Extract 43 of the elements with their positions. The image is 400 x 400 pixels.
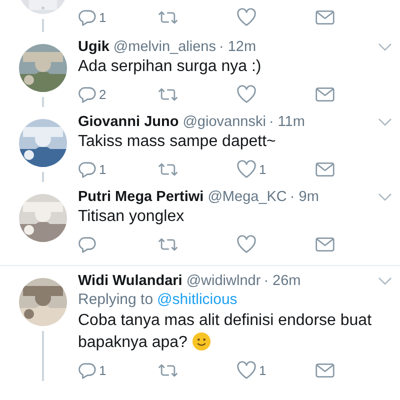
timestamp: · 12m — [219, 39, 256, 55]
user-handle[interactable]: @Mega_KC — [208, 189, 287, 205]
user-name[interactable]: Putri Mega Pertiwi — [78, 189, 204, 205]
tweet-text: Ada serpihan surga nya :) — [78, 58, 262, 75]
reply-count: 2 — [99, 86, 106, 102]
heart-icon[interactable] — [236, 360, 257, 380]
reply-count: 1 — [99, 362, 106, 378]
chevron-down-icon[interactable] — [378, 277, 392, 285]
timestamp: · 11m — [268, 114, 305, 130]
reply-icon[interactable] — [78, 234, 97, 254]
user-handle[interactable]: @giovannski — [182, 114, 266, 130]
envelope-icon[interactable] — [315, 86, 335, 102]
envelope-icon[interactable] — [315, 8, 335, 26]
tweet-text: Coba tanya mas alit definisi endorse buat bapaknya apa? — [78, 312, 372, 351]
timestamp: · 9m — [290, 189, 319, 205]
chevron-down-icon[interactable] — [378, 43, 392, 51]
replying-label: Replying to — [78, 291, 154, 308]
user-handle[interactable]: @widiwlndr — [186, 273, 261, 289]
heart-icon[interactable] — [236, 84, 257, 104]
reply-icon[interactable] — [78, 160, 97, 178]
like-count: 1 — [259, 362, 266, 378]
reply-count: 1 — [99, 10, 106, 24]
tweet-text: Titisan yonglex — [78, 208, 184, 225]
heart-icon[interactable] — [236, 234, 257, 254]
user-name[interactable]: Ugik — [78, 39, 110, 55]
chevron-down-icon[interactable] — [378, 118, 392, 126]
user-name[interactable]: Giovanni Juno — [78, 114, 179, 130]
reply-icon[interactable] — [78, 8, 97, 26]
timestamp: · 26m — [264, 273, 301, 289]
reply-icon[interactable] — [78, 360, 97, 380]
heart-icon[interactable] — [236, 8, 257, 26]
heart-icon[interactable] — [236, 160, 257, 178]
chevron-down-icon[interactable] — [378, 193, 392, 201]
reply-count: 1 — [99, 162, 106, 176]
user-handle[interactable]: @melvin_aliens — [113, 39, 216, 55]
user-name[interactable]: Widi Wulandari — [78, 273, 182, 289]
tweet-text: Takiss mass sampe dapett~ — [78, 133, 276, 150]
envelope-icon[interactable] — [315, 362, 335, 378]
envelope-icon[interactable] — [315, 236, 335, 252]
reply-icon[interactable] — [78, 84, 97, 104]
like-count: 1 — [259, 162, 266, 176]
envelope-icon[interactable] — [315, 160, 335, 178]
mention-link[interactable]: @shitlicious — [157, 291, 238, 308]
